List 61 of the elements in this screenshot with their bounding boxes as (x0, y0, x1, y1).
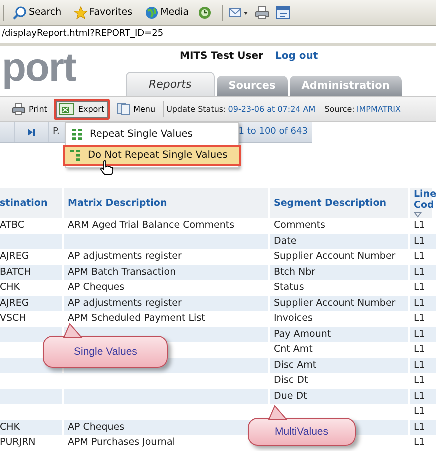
rows-icon[interactable] (70, 149, 80, 162)
table-cell (0, 234, 62, 249)
table-cell: L1 (410, 326, 436, 342)
tab[interactable]: Reports (126, 72, 215, 96)
table-cell: Due Dt (270, 388, 408, 404)
table-cell: L1 (410, 234, 436, 249)
table-cell: BATCH (0, 264, 62, 280)
table-cell (0, 388, 62, 404)
table-cell: Btch Nbr (270, 264, 408, 280)
column-header[interactable]: stination (0, 188, 62, 218)
table-cell: L1 (410, 296, 436, 311)
page-label: P. (52, 127, 60, 137)
menu-item[interactable]: Repeat Single Values (67, 124, 237, 145)
menu-item[interactable]: Do Not Repeat Single Values (63, 145, 241, 166)
status-value: 09-23-06 at 07:24 AM (228, 104, 316, 114)
printer-icon[interactable] (255, 6, 270, 20)
table-cell: Pay Amount (270, 326, 408, 342)
skip-icon[interactable] (27, 128, 36, 136)
table-cell: CHK (0, 420, 62, 435)
user-name: MITS Test User (180, 51, 264, 64)
menu-button[interactable]: Menu (112, 100, 160, 118)
table-cell: APM Batch Transaction (64, 264, 268, 280)
table-cell: L1 (410, 420, 436, 435)
sort-icon[interactable] (414, 212, 422, 218)
search-icon[interactable] (13, 6, 27, 20)
column-header[interactable]: Matrix Description (64, 188, 268, 218)
toolbar-button[interactable]: Favorites (70, 6, 136, 20)
table-cell: L1 (410, 358, 436, 373)
toolbar-button[interactable]: Search (10, 6, 65, 20)
column-header[interactable]: Segment Description (270, 188, 408, 218)
print-button[interactable]: Print (8, 100, 52, 118)
star-icon[interactable] (74, 6, 88, 20)
pages-icon[interactable] (116, 102, 131, 116)
callout-pointer[interactable] (62, 323, 84, 339)
table-cell: L1 (410, 264, 436, 280)
callout-pointer[interactable] (267, 405, 289, 421)
logout-link[interactable]: Log out (275, 51, 318, 66)
source-value: IMPMATRIX (356, 104, 401, 114)
callout-text: MultiValues (275, 426, 328, 438)
edit-icon[interactable] (276, 6, 292, 20)
mail-icon[interactable] (229, 6, 250, 20)
table-cell: Date (270, 234, 408, 249)
spreadsheet-icon[interactable] (59, 102, 76, 116)
table-cell: L1 (410, 388, 436, 404)
address-field[interactable]: /displayReport.html?REPORT_ID=25 (0, 26, 436, 46)
callout-text: Single Values (74, 346, 138, 358)
record-range: 1 to 100 of 643 (238, 127, 309, 137)
table-cell: AJREG (0, 296, 62, 311)
source-label: Source: (324, 104, 355, 114)
globe-icon[interactable] (144, 6, 159, 20)
table-cell: Disc Amt (270, 358, 408, 373)
table-cell: AP adjustments register (64, 296, 268, 311)
printer-icon[interactable] (12, 102, 26, 116)
rows-icon[interactable] (72, 128, 82, 141)
toolbar-button[interactable]: Media (142, 6, 192, 20)
table-cell: Supplier Account Number (270, 296, 408, 311)
hand-cursor-icon[interactable] (100, 160, 114, 176)
logo-text: port (1, 46, 78, 92)
history-icon[interactable] (198, 6, 214, 20)
status-label: Update Status: (166, 104, 226, 114)
export-button[interactable]: Export (54, 98, 110, 120)
